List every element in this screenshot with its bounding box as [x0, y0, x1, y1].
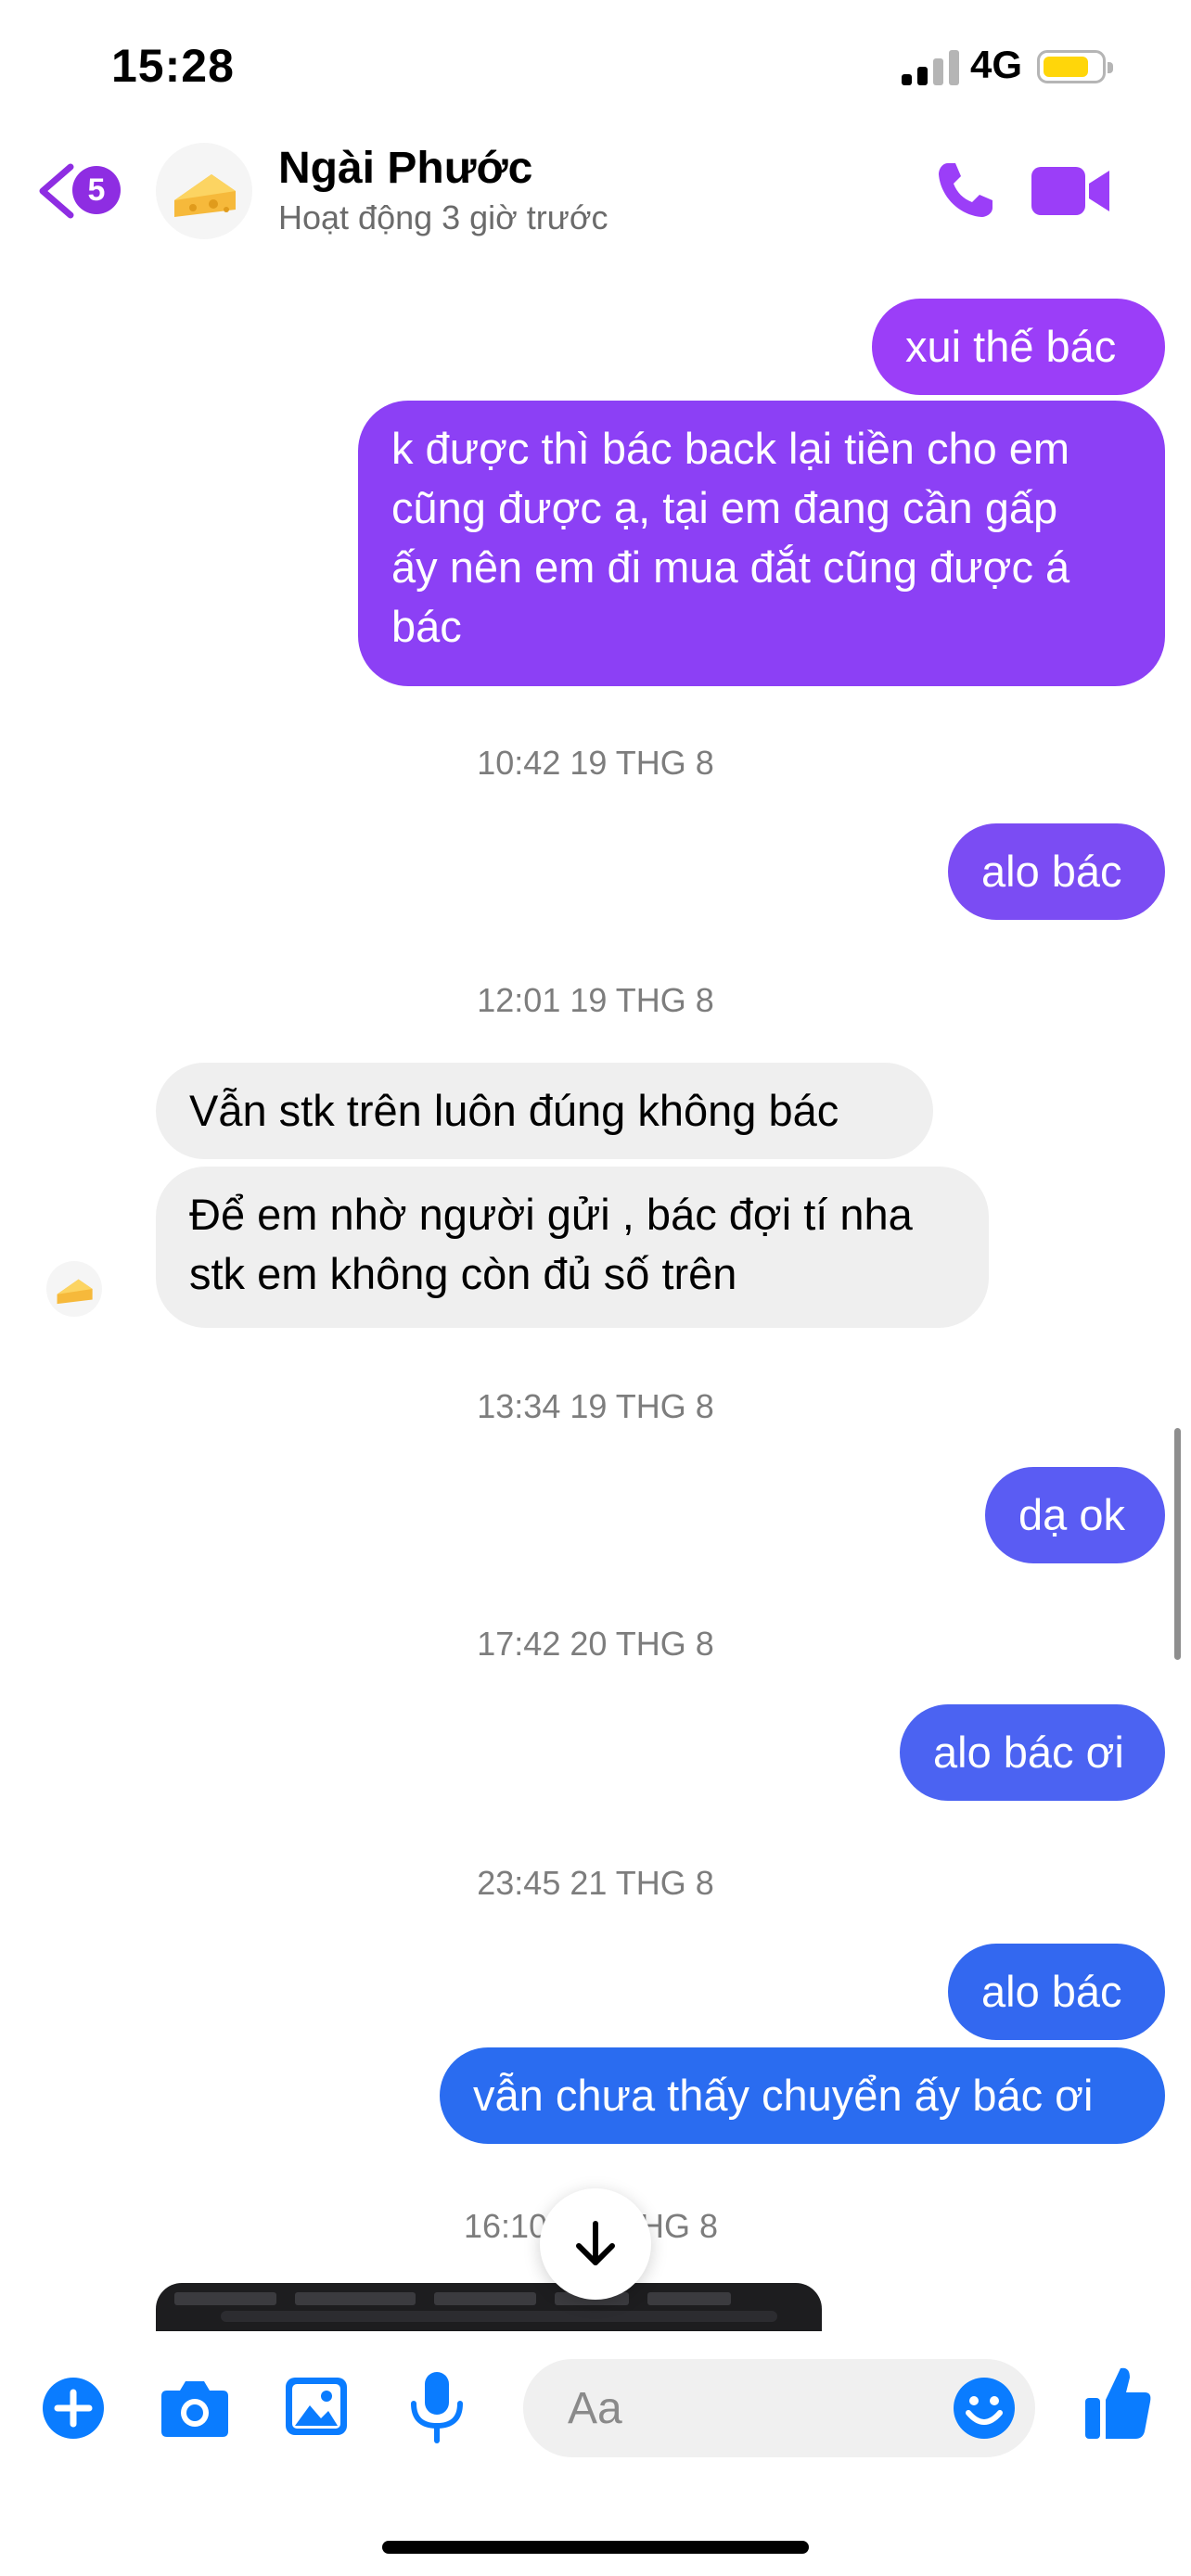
contact-status: Hoạt động 3 giờ trước	[278, 198, 608, 236]
timestamp: 13:34 19 THG 8	[477, 1387, 714, 1425]
phone-call-icon[interactable]	[931, 158, 998, 224]
timestamp-partial-left: 16:10	[464, 2207, 548, 2245]
message-incoming[interactable]: Vẫn stk trên luôn đúng không bác	[156, 1063, 933, 1159]
emoji-icon[interactable]	[952, 2376, 1017, 2441]
timestamp: 23:45 21 THG 8	[477, 1864, 714, 1902]
video-call-icon[interactable]	[1030, 163, 1113, 219]
arrow-down-icon	[576, 2221, 615, 2265]
camera-icon[interactable]	[158, 2376, 232, 2441]
message-outgoing[interactable]: dạ ok	[985, 1467, 1165, 1563]
like-icon[interactable]	[1083, 2363, 1154, 2442]
message-outgoing[interactable]: vẫn chưa thấy chuyển ấy bác ơi	[440, 2047, 1165, 2144]
contact-avatar-small	[46, 1261, 102, 1317]
message-outgoing[interactable]: alo bác	[948, 1944, 1165, 2040]
network-type: 4G	[970, 43, 1023, 86]
signal-icon	[902, 48, 961, 85]
cheese-icon	[174, 174, 236, 217]
message-outgoing[interactable]: alo bác ơi	[900, 1704, 1165, 1801]
timestamp: 12:01 19 THG 8	[477, 981, 714, 1019]
scrollbar[interactable]	[1174, 1428, 1181, 1660]
message-outgoing[interactable]: k được thì bác back lại tiền cho em cũng…	[358, 401, 1165, 686]
unread-badge[interactable]: 5	[72, 166, 121, 214]
contact-name[interactable]: Ngài Phước	[278, 143, 532, 194]
message-outgoing[interactable]: xui thế bác	[872, 299, 1165, 395]
image-attachment[interactable]	[156, 2283, 822, 2331]
home-indicator	[382, 2541, 809, 2554]
message-input-placeholder: Aa	[568, 2384, 622, 2433]
status-time: 15:28	[111, 40, 235, 92]
timestamp: 17:42 20 THG 8	[477, 1625, 714, 1663]
timestamp: 10:42 19 THG 8	[477, 744, 714, 782]
microphone-icon[interactable]	[408, 2370, 466, 2444]
battery-icon	[1037, 50, 1113, 83]
add-icon[interactable]	[41, 2376, 106, 2441]
timestamp-partial-right: HG 8	[640, 2207, 719, 2245]
scroll-to-bottom-button[interactable]	[540, 2188, 651, 2300]
contact-avatar[interactable]	[156, 143, 252, 239]
battery-level	[1044, 57, 1088, 77]
message-outgoing[interactable]: alo bác	[948, 823, 1165, 920]
message-incoming[interactable]: Để em nhờ người gửi , bác đợi tí nha stk…	[156, 1167, 989, 1328]
cheese-icon	[57, 1279, 93, 1305]
image-icon[interactable]	[284, 2376, 349, 2437]
